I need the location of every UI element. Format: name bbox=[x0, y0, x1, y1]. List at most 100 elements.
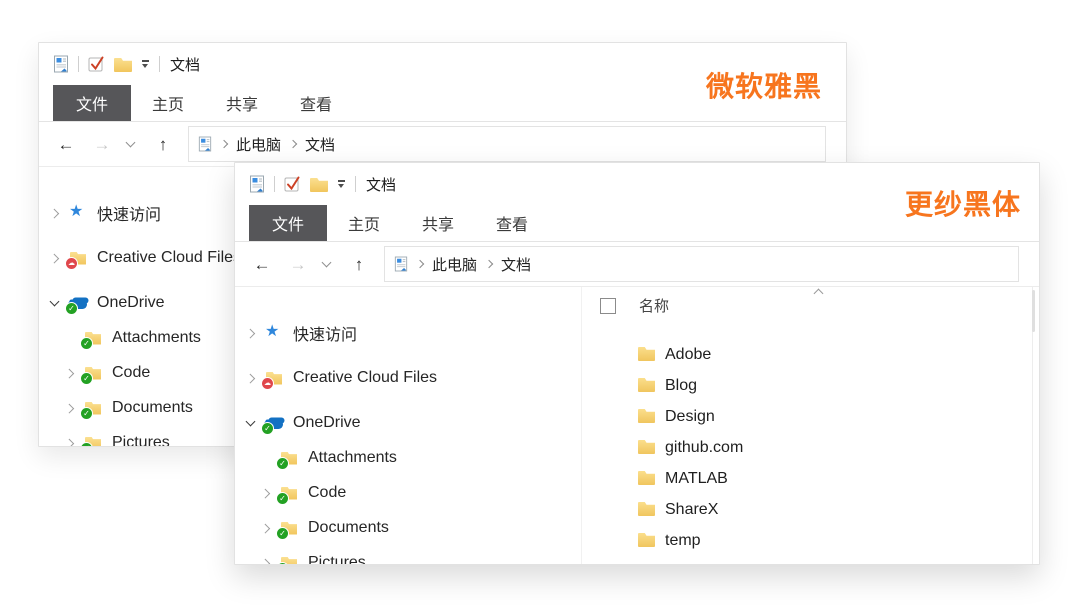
font-label-back: 微软雅黑 bbox=[705, 71, 822, 102]
sidebar-item-label: Documents bbox=[308, 519, 389, 536]
sort-ascending-icon bbox=[813, 288, 824, 299]
qat-new-folder-icon[interactable] bbox=[310, 178, 328, 192]
breadcrumb-chevron-icon bbox=[484, 259, 494, 269]
sidebar-item-code[interactable]: Code bbox=[235, 479, 581, 507]
folder-icon bbox=[638, 502, 655, 516]
file-row-label: Adobe bbox=[665, 345, 712, 363]
select-all-checkbox[interactable] bbox=[600, 297, 616, 314]
sidebar-item-label: 快速访问 bbox=[97, 207, 162, 224]
file-row-ShareX[interactable]: ShareX bbox=[582, 494, 1039, 525]
breadcrumb[interactable]: 此电脑 文档 bbox=[188, 126, 826, 162]
window-title: 文档 bbox=[366, 176, 397, 194]
sidebar-item-icon bbox=[261, 370, 286, 390]
folder-icon bbox=[638, 533, 655, 547]
up-button[interactable]: ↑ bbox=[150, 136, 176, 153]
file-row-Adobe[interactable]: Adobe bbox=[582, 339, 1039, 370]
tab-share[interactable]: 共享 bbox=[205, 85, 279, 121]
tab-file[interactable]: 文件 bbox=[53, 85, 131, 121]
breadcrumb-this-pc[interactable]: 此电脑 bbox=[236, 134, 281, 155]
sidebar-item-label: Documents bbox=[112, 399, 193, 416]
sidebar-item-icon bbox=[80, 365, 105, 385]
breadcrumb-this-pc[interactable]: 此电脑 bbox=[432, 254, 477, 275]
file-row[interactable] bbox=[582, 556, 1039, 564]
sidebar-item-documents[interactable]: Documents bbox=[235, 514, 581, 542]
sidebar-item-creative-cloud-files[interactable]: Creative Cloud Files bbox=[235, 364, 581, 392]
breadcrumb-chevron-icon bbox=[415, 259, 425, 269]
titlebar-separator bbox=[78, 56, 79, 72]
qat-customize-dropdown-icon[interactable] bbox=[337, 180, 346, 191]
breadcrumb-chevron-icon bbox=[219, 139, 229, 149]
qat-properties-checkbox-icon[interactable] bbox=[284, 176, 301, 193]
tab-home[interactable]: 主页 bbox=[131, 85, 205, 121]
folder-icon bbox=[638, 378, 655, 392]
scrollbar-thumb[interactable] bbox=[1032, 290, 1035, 332]
sidebar-item-label: OneDrive bbox=[97, 294, 165, 311]
expander-icon[interactable] bbox=[262, 560, 279, 564]
qat-properties-checkbox-icon[interactable] bbox=[88, 56, 105, 73]
file-row-MATLAB[interactable]: MATLAB bbox=[582, 463, 1039, 494]
back-button[interactable]: ← bbox=[53, 136, 79, 153]
sidebar-item-icon bbox=[80, 435, 105, 446]
folder-icon bbox=[638, 471, 655, 485]
explorer-window-front: 更纱黑体 文档 文件 主页 共享 查看 ← → ↑ 此电脑 文档 ★ 快速访问 … bbox=[234, 162, 1040, 565]
sidebar-item-icon bbox=[276, 520, 301, 540]
back-button[interactable]: ← bbox=[249, 256, 275, 273]
tab-home[interactable]: 主页 bbox=[327, 205, 401, 241]
sidebar-item-label: Code bbox=[308, 484, 347, 501]
address-bar: ← → ↑ 此电脑 文档 bbox=[235, 242, 1039, 287]
sidebar-item-label: OneDrive bbox=[293, 414, 361, 431]
sidebar-item-quick-access[interactable]: 快速访问 bbox=[235, 319, 581, 347]
file-row-label: temp bbox=[665, 531, 701, 549]
forward-button[interactable]: → bbox=[285, 256, 311, 273]
file-list: Adobe Blog Design github.com MATLAB Shar… bbox=[582, 339, 1039, 564]
breadcrumb[interactable]: 此电脑 文档 bbox=[384, 246, 1019, 282]
file-row-label: Blog bbox=[665, 376, 698, 394]
sidebar-item-icon bbox=[65, 295, 90, 315]
breadcrumb-documents[interactable]: 文档 bbox=[501, 254, 531, 275]
titlebar-separator bbox=[159, 56, 160, 72]
window-title: 文档 bbox=[170, 56, 201, 74]
expander-icon[interactable] bbox=[247, 330, 264, 337]
sidebar-item-label: Creative Cloud Files bbox=[293, 369, 438, 386]
sidebar-item-label: Pictures bbox=[308, 554, 366, 564]
folder-icon bbox=[638, 409, 655, 423]
forward-button[interactable]: → bbox=[89, 136, 115, 153]
explorer-app-icon[interactable] bbox=[53, 55, 69, 73]
file-row-label: MATLAB bbox=[665, 469, 728, 487]
qat-customize-dropdown-icon[interactable] bbox=[141, 60, 150, 71]
column-header-name[interactable]: 名称 bbox=[639, 295, 669, 316]
file-row-Design[interactable]: Design bbox=[582, 401, 1039, 432]
tab-view[interactable]: 查看 bbox=[279, 85, 353, 121]
file-row-temp[interactable]: temp bbox=[582, 525, 1039, 556]
tab-share[interactable]: 共享 bbox=[401, 205, 475, 241]
font-label-front: 更纱黑体 bbox=[904, 189, 1021, 220]
sidebar-item-attachments[interactable]: Attachments bbox=[235, 444, 581, 472]
qat-new-folder-icon[interactable] bbox=[114, 58, 132, 72]
titlebar-separator bbox=[355, 176, 356, 192]
expander-icon[interactable] bbox=[51, 210, 68, 217]
sidebar-item-label: Code bbox=[112, 364, 151, 381]
navigation-pane: 快速访问 Creative Cloud Files OneDrive Attac… bbox=[235, 287, 581, 564]
sidebar-item-icon bbox=[261, 415, 286, 435]
file-row-label: github.com bbox=[665, 438, 744, 456]
file-row-github.com[interactable]: github.com bbox=[582, 432, 1039, 463]
sidebar-item-icon bbox=[65, 250, 90, 270]
tab-view[interactable]: 查看 bbox=[475, 205, 549, 241]
tab-file[interactable]: 文件 bbox=[249, 205, 327, 241]
file-row-Blog[interactable]: Blog bbox=[582, 370, 1039, 401]
list-header: 名称 bbox=[600, 295, 669, 316]
sidebar-item-pictures[interactable]: Pictures bbox=[235, 549, 581, 564]
address-bar: ← → ↑ 此电脑 文档 bbox=[39, 122, 846, 167]
titlebar-separator bbox=[274, 176, 275, 192]
sidebar-item-label: Creative Cloud Files bbox=[97, 249, 242, 266]
file-pane: 名称 Adobe Blog Design github.com MATLAB S… bbox=[581, 287, 1039, 564]
explorer-app-icon[interactable] bbox=[249, 175, 265, 193]
recent-locations-dropdown-icon[interactable] bbox=[321, 257, 332, 268]
file-row-label: ShareX bbox=[665, 500, 719, 518]
sidebar-item-onedrive[interactable]: OneDrive bbox=[235, 409, 581, 437]
breadcrumb-documents[interactable]: 文档 bbox=[305, 134, 335, 155]
up-button[interactable]: ↑ bbox=[346, 256, 372, 273]
folder-icon bbox=[638, 347, 655, 361]
sidebar-item-icon bbox=[276, 485, 301, 505]
recent-locations-dropdown-icon[interactable] bbox=[125, 137, 136, 148]
